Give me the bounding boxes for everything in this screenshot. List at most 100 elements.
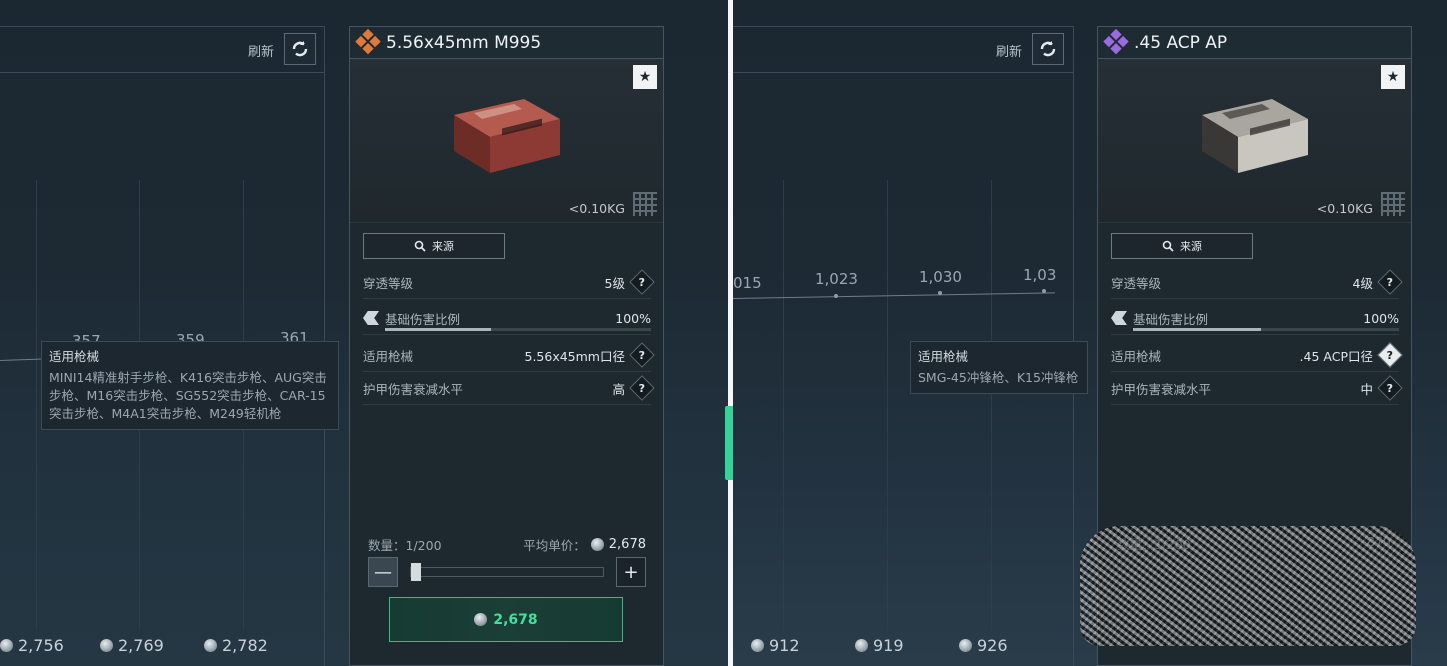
- help-button[interactable]: ?: [1377, 375, 1403, 401]
- stat-value: 5.56x45mm口径: [524, 348, 626, 364]
- help-button[interactable]: ?: [629, 269, 655, 295]
- star-icon: ★: [638, 69, 652, 85]
- quantity-stepper: — +: [368, 557, 646, 587]
- refresh-label: 刷新: [248, 45, 275, 60]
- avg-price: 平均单价： 2,678: [523, 535, 646, 554]
- minus-icon: —: [374, 561, 392, 583]
- question-icon: ?: [638, 381, 646, 395]
- stat-value: 5级: [604, 275, 625, 291]
- stat-weapons: 适用枪械 .45 ACP口径 ?: [1111, 339, 1403, 372]
- avg-price-value: 870: [1367, 534, 1391, 549]
- chart-value: 015: [733, 274, 762, 292]
- question-icon: ?: [638, 275, 646, 289]
- price-tick-label: 2,782: [222, 636, 268, 655]
- rarity-icon: [1102, 28, 1130, 56]
- refresh-button[interactable]: [284, 33, 316, 65]
- price-tick: 912: [751, 636, 800, 655]
- left-screen: 刷新 357 359 361 2,756 2,769 2,782 适用枪械 MI…: [0, 0, 728, 666]
- quantity-slider[interactable]: [410, 563, 604, 581]
- chart-gridline: [991, 180, 992, 630]
- market-header: 刷新: [733, 27, 1073, 73]
- ammo-box-image: [454, 99, 560, 173]
- tooltip-title: 适用枪械: [49, 349, 100, 364]
- help-button[interactable]: ?: [629, 342, 655, 368]
- plus-icon: +: [623, 561, 639, 583]
- market-header: 刷新: [0, 27, 324, 73]
- coin-icon: [0, 639, 13, 652]
- stat-label: 护甲伤害衰减水平: [363, 381, 464, 397]
- stat-label: 穿透等级: [1111, 275, 1162, 291]
- price-tick-label: 919: [873, 636, 904, 655]
- search-icon: [1162, 240, 1174, 252]
- refresh-label: 刷新: [996, 45, 1023, 60]
- help-button[interactable]: ?: [629, 375, 655, 401]
- question-icon: ?: [1386, 381, 1394, 395]
- price-tick: 919: [855, 636, 904, 655]
- damage-bar-fill: [385, 328, 492, 331]
- stat-damage: 基础伤害比例 100%: [1111, 302, 1399, 335]
- price-tick: 2,769: [100, 636, 164, 655]
- chart-value: 1,030: [919, 268, 962, 286]
- stat-value: 高: [612, 381, 625, 397]
- refresh-button[interactable]: [1032, 33, 1064, 65]
- stat-armor-decay: 护甲伤害衰减水平 中 ?: [1111, 372, 1403, 405]
- increase-button[interactable]: +: [616, 557, 646, 587]
- price-tick-label: 926: [977, 636, 1008, 655]
- stat-weapons: 适用枪械 5.56x45mm口径 ?: [363, 339, 655, 372]
- coin-icon: [751, 639, 764, 652]
- stat-penetration: 穿透等级 5级 ?: [363, 266, 655, 299]
- price-tick-label: 912: [769, 636, 800, 655]
- help-button[interactable]: ?: [1377, 269, 1403, 295]
- source-label: 来源: [1180, 240, 1202, 253]
- stat-label: 基础伤害比例: [1133, 311, 1209, 327]
- grid-size-icon: [633, 192, 657, 216]
- buy-button[interactable]: 2,678: [389, 597, 623, 642]
- coin-icon: [959, 639, 972, 652]
- price-tick-label: 2,756: [18, 636, 64, 655]
- damage-bar: [385, 328, 651, 331]
- coin-icon: [100, 639, 113, 652]
- quantity-label: 数量：1/200: [368, 538, 442, 553]
- avg-price-value: 2,678: [608, 537, 646, 552]
- tooltip-body: MINI14精准射手步枪、K416突击步枪、AUG突击步枪、M16突击步枪、SG…: [49, 370, 327, 421]
- coin-icon: [204, 639, 217, 652]
- price-tick: 926: [959, 636, 1008, 655]
- item-title-bar: .45 ACP AP: [1098, 27, 1411, 59]
- chart-gridline: [36, 180, 37, 630]
- damage-icon: [1111, 311, 1127, 325]
- stat-value: 中: [1360, 381, 1373, 397]
- chart-value: 1,03: [1023, 266, 1057, 284]
- stat-label: 穿透等级: [363, 275, 414, 291]
- decrease-button[interactable]: —: [368, 557, 398, 587]
- item-preview: ★ <0.10KG: [1098, 59, 1411, 223]
- search-icon: [414, 240, 426, 252]
- chart-gridline: [783, 180, 784, 630]
- weapon-tooltip: 适用枪械 SMG-45冲锋枪、K15冲锋枪: [910, 341, 1088, 394]
- stat-value: .45 ACP口径: [1299, 348, 1373, 364]
- stat-penetration: 穿透等级 4级 ?: [1111, 266, 1403, 299]
- coin-icon: [590, 538, 604, 551]
- favorite-button[interactable]: ★: [1381, 65, 1405, 89]
- item-name: 5.56x45mm M995: [386, 32, 542, 53]
- source-button[interactable]: 来源: [363, 233, 505, 259]
- item-name: .45 ACP AP: [1134, 32, 1228, 53]
- refresh-icon: [292, 41, 308, 57]
- price-tick: 2,782: [204, 636, 268, 655]
- stat-value: 4级: [1352, 275, 1373, 291]
- refresh-icon: [1040, 41, 1056, 57]
- item-weight: <0.10KG: [568, 201, 625, 216]
- slider-thumb[interactable]: [411, 563, 421, 581]
- rarity-icon: [354, 28, 382, 56]
- price-point: [834, 294, 838, 298]
- question-icon: ?: [1386, 348, 1394, 362]
- ammo-box-image: [1202, 99, 1308, 173]
- grid-size-icon: [1381, 192, 1405, 216]
- help-button[interactable]: ?: [1377, 342, 1403, 368]
- stat-value: 100%: [615, 310, 651, 326]
- source-button[interactable]: 来源: [1111, 233, 1253, 259]
- weapon-tooltip: 适用枪械 MINI14精准射手步枪、K416突击步枪、AUG突击步枪、M16突击…: [41, 341, 339, 430]
- quantity-row: 数量：1/200 平均单价： 2,678: [368, 535, 646, 554]
- stat-damage: 基础伤害比例 100%: [363, 302, 651, 335]
- coin-icon: [855, 639, 868, 652]
- favorite-button[interactable]: ★: [633, 65, 657, 89]
